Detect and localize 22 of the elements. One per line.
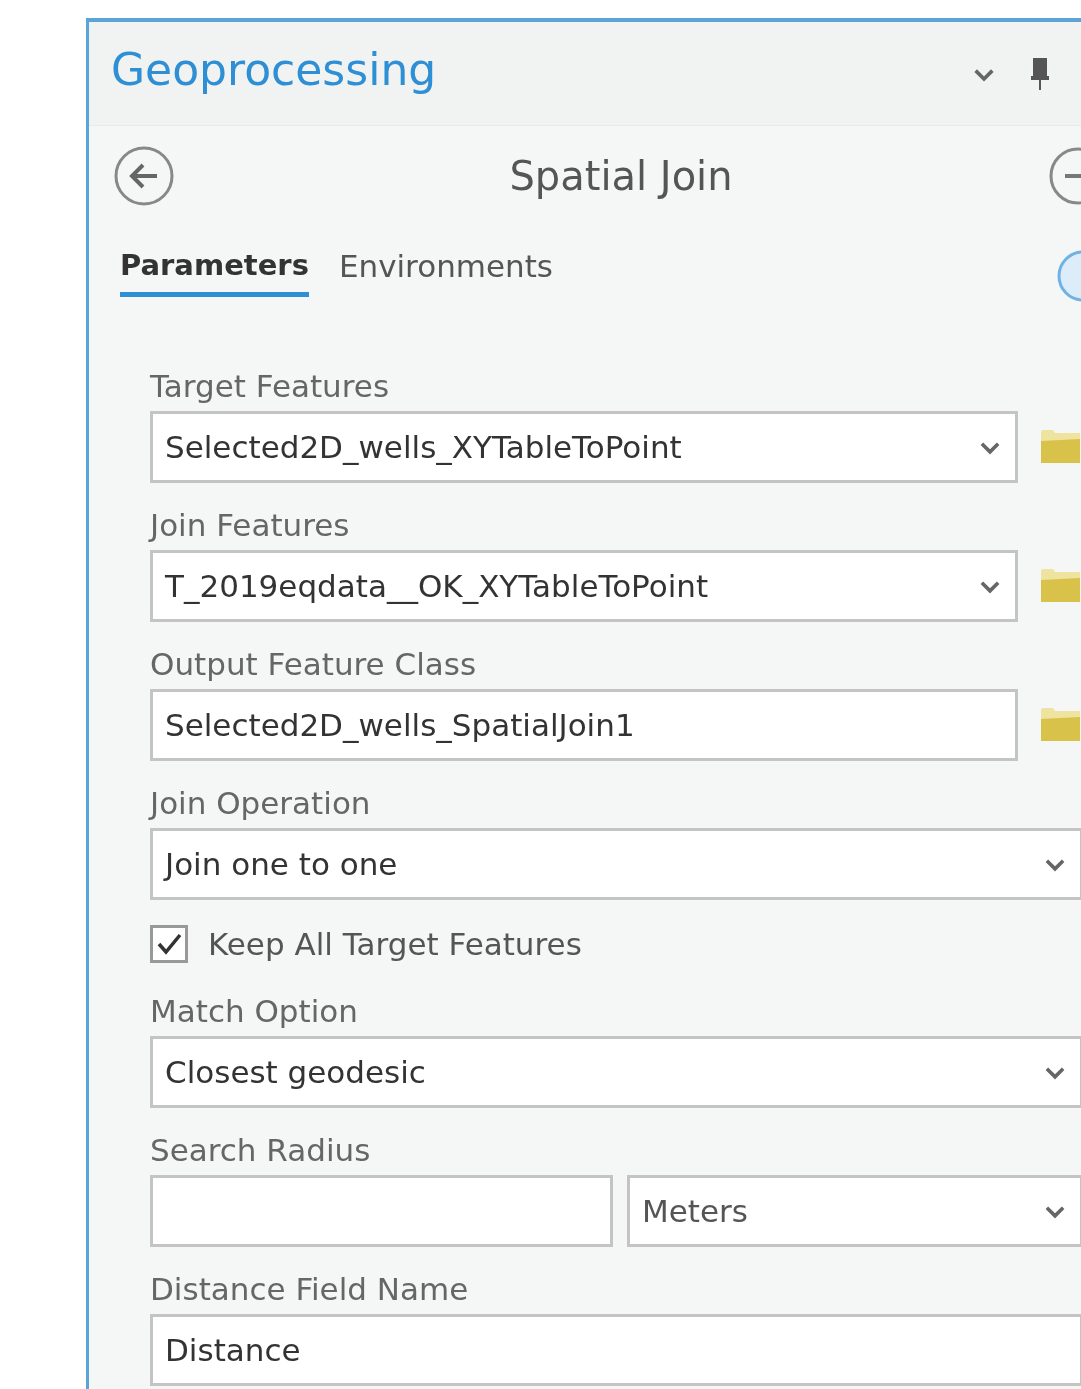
pane-title: Geoprocessing: [111, 44, 438, 97]
checkbox-label: Keep All Target Features: [208, 925, 582, 964]
input-field[interactable]: Selected2D_wells_SpatialJoin1: [150, 689, 1018, 761]
field-label: Search Radius: [150, 1131, 372, 1170]
pin-icon[interactable]: [1029, 55, 1051, 92]
field-label: Join Features: [150, 506, 351, 545]
field-label: Target Features: [150, 367, 391, 406]
tool-title: Spatial Join: [508, 153, 734, 199]
dropdown-field[interactable]: Closest geodesic: [150, 1036, 1081, 1108]
field-label: Match Option: [150, 992, 359, 1031]
field-label: Join Operation: [150, 784, 372, 823]
dropdown-field[interactable]: Join one to one: [150, 828, 1081, 900]
input-field[interactable]: [150, 1175, 613, 1247]
tab[interactable]: Environments: [338, 248, 553, 299]
dropdown-field[interactable]: Meters: [627, 1175, 1081, 1247]
field-label: Distance Field Name: [150, 1270, 470, 1309]
dropdown-field[interactable]: Selected2D_wells_XYTableToPoint: [150, 411, 1018, 483]
back-icon[interactable]: [113, 145, 175, 207]
dropdown-field[interactable]: T_2019eqdata__OK_XYTableToPoint: [150, 550, 1018, 622]
tab[interactable]: Parameters: [120, 248, 309, 297]
input-field[interactable]: Distance: [150, 1314, 1081, 1386]
field-label: Output Feature Class: [150, 645, 478, 684]
